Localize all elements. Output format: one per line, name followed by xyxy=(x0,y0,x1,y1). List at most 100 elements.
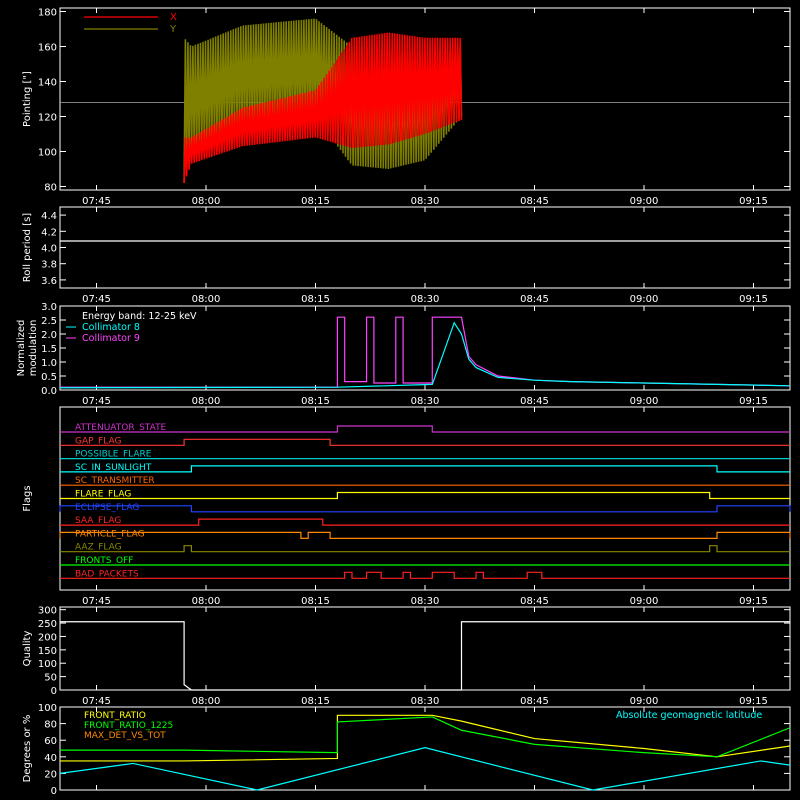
y-tick-label: 0.5 xyxy=(41,372,57,383)
y-tick-label: 1.5 xyxy=(41,344,57,355)
flag-label: SC_IN_SUNLIGHT xyxy=(75,463,152,473)
y-tick-label: 100 xyxy=(38,659,57,670)
y-tick-label: 300 xyxy=(38,606,57,617)
modulation-series-collimator-8 xyxy=(59,321,791,389)
flag-trace-gap_flag xyxy=(60,438,790,446)
flag-trace-bad_packets xyxy=(60,571,790,579)
y-tick-label: 100 xyxy=(38,148,57,159)
flag-label: PARTICLE_FLAG xyxy=(75,529,145,539)
ratio-legend-label: FRONT_RATIO_1225 xyxy=(84,721,173,731)
panel-ylabel: Pointing ["] xyxy=(22,71,33,127)
y-tick-label: 180 xyxy=(38,8,57,19)
time-tick-label: 08:15 xyxy=(301,396,330,407)
time-tick-label: 08:30 xyxy=(411,596,440,607)
y-tick-label: 0 xyxy=(51,786,57,797)
time-tick-label: 08:00 xyxy=(192,696,221,707)
flag-label: ECLIPSE_FLAG xyxy=(75,503,139,513)
flag-trace-sc_in_sunlight xyxy=(60,465,790,473)
time-tick-label: 08:45 xyxy=(520,396,549,407)
y-tick-label: 0 xyxy=(51,686,57,697)
time-tick-label: 09:00 xyxy=(630,196,659,207)
panel-4-frame xyxy=(59,606,791,691)
ratio-legend-label: MAX_DET_VS_TOT xyxy=(84,731,166,741)
time-tick-label: 09:00 xyxy=(630,596,659,607)
y-tick-label: 3.0 xyxy=(41,302,57,313)
time-tick-label: 07:45 xyxy=(82,696,111,707)
y-tick-label: 4.0 xyxy=(41,244,57,255)
panel-ylabel: Degrees or % xyxy=(22,715,33,783)
y-tick-label: 120 xyxy=(38,113,57,124)
legend-label: X xyxy=(170,12,177,23)
y-tick-label: 160 xyxy=(38,43,57,54)
flag-label: FLARE_FLAG xyxy=(75,490,131,500)
time-tick-label: 08:15 xyxy=(301,196,330,207)
time-tick-label: 07:45 xyxy=(82,596,111,607)
time-tick-label: 07:45 xyxy=(82,196,111,207)
time-tick-label: 09:00 xyxy=(630,396,659,407)
flag-label: SC_TRANSMITTER xyxy=(75,476,155,486)
panel-ylabel-line2: modulation xyxy=(28,320,39,377)
flag-label: BAD_PACKETS xyxy=(75,569,139,579)
panel-ylabel: Flags xyxy=(22,485,33,511)
y-tick-label: 100 xyxy=(38,703,57,714)
y-tick-label: 150 xyxy=(38,646,57,657)
flag-trace-particle_flag xyxy=(59,531,791,539)
y-tick-label: 80 xyxy=(44,720,57,731)
flag-label: ATTENUATOR_STATE xyxy=(75,423,167,433)
y-tick-label: 4.2 xyxy=(41,227,57,238)
y-tick-label: 1.0 xyxy=(41,358,57,369)
y-tick-label: 60 xyxy=(44,736,57,747)
y-tick-label: 50 xyxy=(44,673,57,684)
time-tick-label: 09:00 xyxy=(630,696,659,707)
flag-trace-attenuator_state xyxy=(60,425,790,433)
flag-trace-aaz_flag xyxy=(60,545,790,553)
flag-label: POSSIBLE_FLARE xyxy=(75,450,152,460)
panel-1-frame xyxy=(59,206,791,289)
time-tick-label: 08:00 xyxy=(192,294,221,305)
time-tick-label: 09:00 xyxy=(630,294,659,305)
panel-ylabel-line1: Normalized xyxy=(16,320,27,377)
modulation-legend-label: Collimator 8 xyxy=(82,322,140,333)
flag-label: SAA_FLAG xyxy=(75,516,121,526)
flag-label: AAZ_FLAG xyxy=(75,543,122,553)
flag-label: FRONTS_OFF xyxy=(75,556,133,566)
time-tick-label: 08:45 xyxy=(520,596,549,607)
panel-ylabel: Quality xyxy=(22,631,33,667)
figure-canvas: 07:45 08:00 08:15 08:30 08:45 09:00 09:15 07:45… xyxy=(16,7,791,797)
y-tick-label: 250 xyxy=(38,619,57,630)
time-tick-label: 08:15 xyxy=(301,596,330,607)
time-tick-label: 08:15 xyxy=(301,696,330,707)
y-tick-label: 3.8 xyxy=(41,260,57,271)
y-tick-label: 20 xyxy=(44,769,57,780)
flag-trace-flare_flag xyxy=(60,491,790,500)
y-tick-label: 80 xyxy=(44,183,57,194)
panel-ylabel: Roll period [s] xyxy=(22,213,33,282)
modulation-legend-label: Energy band: 12-25 keV xyxy=(82,311,197,322)
time-tick-label: 08:30 xyxy=(411,696,440,707)
ratio-series-absolute-geomagnetic-latitude xyxy=(59,747,791,791)
y-tick-label: 0.0 xyxy=(41,386,57,397)
y-tick-label: 3.6 xyxy=(41,276,57,287)
time-tick-label: 08:30 xyxy=(411,396,440,407)
time-tick-label: 08:15 xyxy=(301,294,330,305)
time-tick-label: 09:15 xyxy=(739,596,768,607)
time-tick-label: 08:45 xyxy=(520,696,549,707)
time-tick-label: 08:00 xyxy=(192,596,221,607)
time-tick-label: 08:30 xyxy=(411,196,440,207)
time-tick-label: 08:45 xyxy=(520,196,549,207)
time-tick-label: 09:15 xyxy=(739,396,768,407)
time-tick-label: 07:45 xyxy=(82,396,111,407)
legend-label: Y xyxy=(169,24,177,35)
y-tick-label: 200 xyxy=(38,632,57,643)
quality-series xyxy=(60,621,790,691)
modulation-series-collimator-9 xyxy=(60,316,791,388)
flag-trace-eclipse_flag xyxy=(59,505,791,513)
time-tick-label: 08:00 xyxy=(192,396,221,407)
y-tick-label: 2.5 xyxy=(41,316,57,327)
y-tick-label: 140 xyxy=(38,78,57,89)
time-tick-label: 09:15 xyxy=(739,196,768,207)
geomagnetic-latitude-label: Absolute geomagnetic latitude xyxy=(616,710,762,721)
time-tick-label: 08:45 xyxy=(520,294,549,305)
y-tick-label: 4.4 xyxy=(41,211,57,222)
rhessi-quicklook-figure: 07:45 08:00 08:15 08:30 08:45 09:00 09:15 07:45… xyxy=(0,0,800,800)
